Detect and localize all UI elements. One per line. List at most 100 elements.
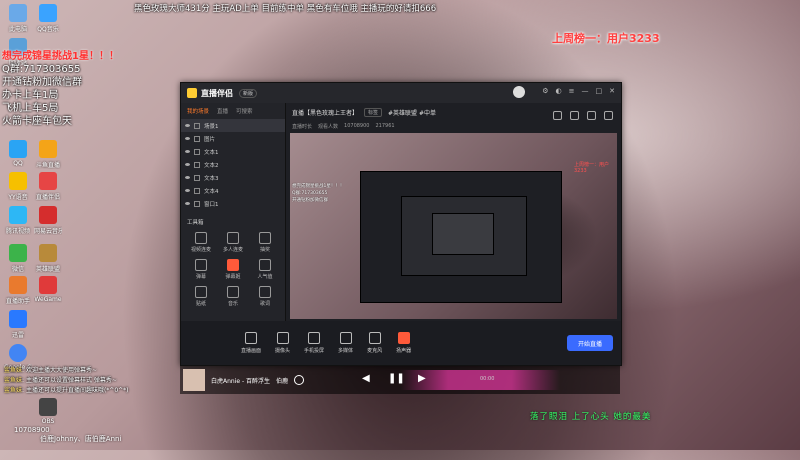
- layout-icon[interactable]: [570, 111, 579, 120]
- recursive-preview-inner-2: [432, 213, 494, 255]
- camera-button[interactable]: 摄像头: [275, 332, 290, 354]
- media-button[interactable]: 多媒体: [338, 332, 353, 354]
- tool-danmaku-ji[interactable]: 弹幕姬: [217, 259, 249, 280]
- desktop-icon-netease-music[interactable]: 网易云音乐: [34, 206, 62, 235]
- skin-icon[interactable]: ◐: [556, 87, 562, 95]
- desktop-icon-lol[interactable]: 英雄联盟: [34, 244, 62, 273]
- lock-icon[interactable]: [194, 174, 200, 181]
- app-logo-icon: [187, 88, 197, 98]
- stream-title[interactable]: 直播【黑色玫瑰上王者】: [292, 108, 358, 117]
- prev-icon[interactable]: ◀: [362, 373, 370, 384]
- stream-category[interactable]: #英雄联盟 #中单: [388, 108, 436, 117]
- overlay-line-rocket: 火箭卡座车包天: [2, 116, 72, 127]
- recursive-preview-inner: [401, 196, 527, 276]
- tool-video-link[interactable]: 视频连麦: [185, 232, 217, 253]
- stream-tag[interactable]: 标签: [364, 107, 383, 117]
- minimize-icon[interactable]: —: [582, 87, 589, 95]
- live-companion-window[interactable]: 直播伴侣 新版 ⚙ ◐ ≡ — □ ✕ 我的场景 直播 可搜索 场景1 图片 文…: [180, 82, 622, 366]
- scene-item[interactable]: 文本1: [181, 145, 285, 158]
- tab-searchable[interactable]: 可搜索: [236, 107, 253, 115]
- fullscreen-icon[interactable]: [587, 111, 596, 120]
- app-name: 直播伴侣: [201, 88, 233, 98]
- pause-icon[interactable]: ❚❚: [388, 373, 405, 384]
- xunlei-icon: [9, 310, 27, 328]
- desktop-icon-tencent-video[interactable]: 腾讯视频: [4, 206, 32, 235]
- tab-live[interactable]: 直播: [217, 107, 228, 115]
- share-icon[interactable]: [604, 111, 613, 120]
- scene-item[interactable]: 图片: [181, 132, 285, 145]
- top-banner-text: 黑色玫瑰大师431分 主玩AD上单 目前练中单 黑色有车位哦 主播玩的好请扣66…: [134, 4, 437, 14]
- wechat-icon: [9, 244, 27, 262]
- live-companion-icon: [39, 172, 57, 190]
- tab-my-scenes[interactable]: 我的场景: [187, 107, 209, 115]
- eye-icon[interactable]: [185, 137, 190, 140]
- lock-icon[interactable]: [194, 135, 200, 142]
- stream-preview[interactable]: 上周榜一：用户3233 想完成锦星挑战1星！！！ Q群:717303655 开通…: [290, 133, 617, 319]
- lock-icon[interactable]: [194, 187, 200, 194]
- desktop-icon-obs[interactable]: OBS: [34, 398, 62, 425]
- close-icon[interactable]: ✕: [609, 87, 615, 95]
- overlay-line-wechat: 开通钻粉加微信群: [2, 77, 82, 88]
- lock-icon[interactable]: [194, 122, 200, 129]
- microphone-button[interactable]: 麦克风: [367, 332, 382, 354]
- desktop-icon-yy[interactable]: YY语音: [4, 172, 32, 201]
- scene-item[interactable]: 文本2: [181, 158, 285, 171]
- heart-icon[interactable]: [294, 375, 305, 385]
- desktop-icon-live-helper[interactable]: 直播助手: [4, 276, 32, 305]
- lock-icon[interactable]: [194, 148, 200, 155]
- video-link-icon: [195, 232, 207, 244]
- eye-icon[interactable]: [185, 124, 190, 127]
- desktop-icon-xunlei[interactable]: 迅雷: [4, 310, 32, 339]
- album-cover[interactable]: [183, 369, 205, 391]
- eye-icon[interactable]: [185, 163, 190, 166]
- obs-icon: [39, 398, 57, 416]
- speaker-button[interactable]: 扬声器: [396, 332, 411, 354]
- menu-icon[interactable]: ≡: [569, 87, 575, 95]
- overlay-line-challenge: 想完成锦星挑战1星！！！: [2, 51, 119, 62]
- settings-icon[interactable]: ⚙: [542, 87, 548, 95]
- scene-item[interactable]: 文本4: [181, 184, 285, 197]
- tool-lyrics[interactable]: 歌词: [249, 286, 281, 307]
- scene-item[interactable]: 窗口1: [181, 197, 285, 210]
- gift-icon[interactable]: [553, 111, 562, 120]
- computer-icon: [9, 4, 27, 22]
- danmaku-list: 鲨鱼妹: 欢迎主播大大使用弹幕秀~ 鲨鱼妹: 主播还可以设置弹幕样式 弹幕秀~ …: [4, 366, 184, 396]
- tool-multi-link[interactable]: 多人连麦: [217, 232, 249, 253]
- danmaku-icon: [195, 259, 207, 271]
- desktop-icon-qqmusic[interactable]: QQ音乐: [34, 4, 62, 33]
- tool-lottery[interactable]: 抽奖: [249, 232, 281, 253]
- scene-item[interactable]: 场景1: [181, 119, 285, 132]
- tool-popularity[interactable]: 人气值: [249, 259, 281, 280]
- scene-item[interactable]: 文本3: [181, 171, 285, 184]
- desktop-icon-wegame[interactable]: WeGame: [34, 276, 62, 303]
- desktop-icon-live-companion[interactable]: 直播伴侣: [34, 172, 62, 201]
- eye-icon[interactable]: [185, 189, 190, 192]
- multi-link-icon: [227, 232, 239, 244]
- toolbox-title: 工具箱: [187, 220, 204, 226]
- preview-overlay-lines: 想完成锦星挑战1星！！！ Q群:717303655 开通钻粉加微信群: [292, 184, 345, 203]
- song-title: 白虎Annie - 百醉浮生: [211, 377, 271, 385]
- eye-icon[interactable]: [185, 150, 190, 153]
- top-rank-text: 上周榜一：用户3233: [552, 32, 660, 45]
- desktop-icon-wechat[interactable]: 微信: [4, 244, 32, 273]
- stream-screen-button[interactable]: 直播画面: [241, 332, 261, 354]
- next-icon[interactable]: ▶: [418, 373, 426, 384]
- eye-icon[interactable]: [185, 202, 190, 205]
- desktop-icon-douyu[interactable]: 斗鱼直播: [34, 140, 62, 169]
- phone-icon: [308, 332, 321, 344]
- desktop-icon-computer[interactable]: 此电脑: [4, 4, 32, 33]
- netease-music-icon: [39, 206, 57, 224]
- maximize-icon[interactable]: □: [596, 87, 603, 95]
- tool-sticker[interactable]: 贴纸: [185, 286, 217, 307]
- tool-music[interactable]: 音乐: [217, 286, 249, 307]
- phone-cast-button[interactable]: 手机投屏: [304, 332, 324, 354]
- lock-icon[interactable]: [194, 200, 200, 207]
- eye-icon[interactable]: [185, 176, 190, 179]
- version-badge[interactable]: 新版: [239, 88, 258, 98]
- music-player: 白虎Annie - 百醉浮生 伯鹿 ◀ ❚❚ ▶ 00:00: [180, 366, 620, 394]
- lock-icon[interactable]: [194, 161, 200, 168]
- desktop-icon-qq[interactable]: QQ: [4, 140, 32, 167]
- tool-danmaku[interactable]: 弹幕: [185, 259, 217, 280]
- avatar[interactable]: [513, 86, 525, 98]
- start-stream-button[interactable]: 开始直播: [567, 335, 613, 351]
